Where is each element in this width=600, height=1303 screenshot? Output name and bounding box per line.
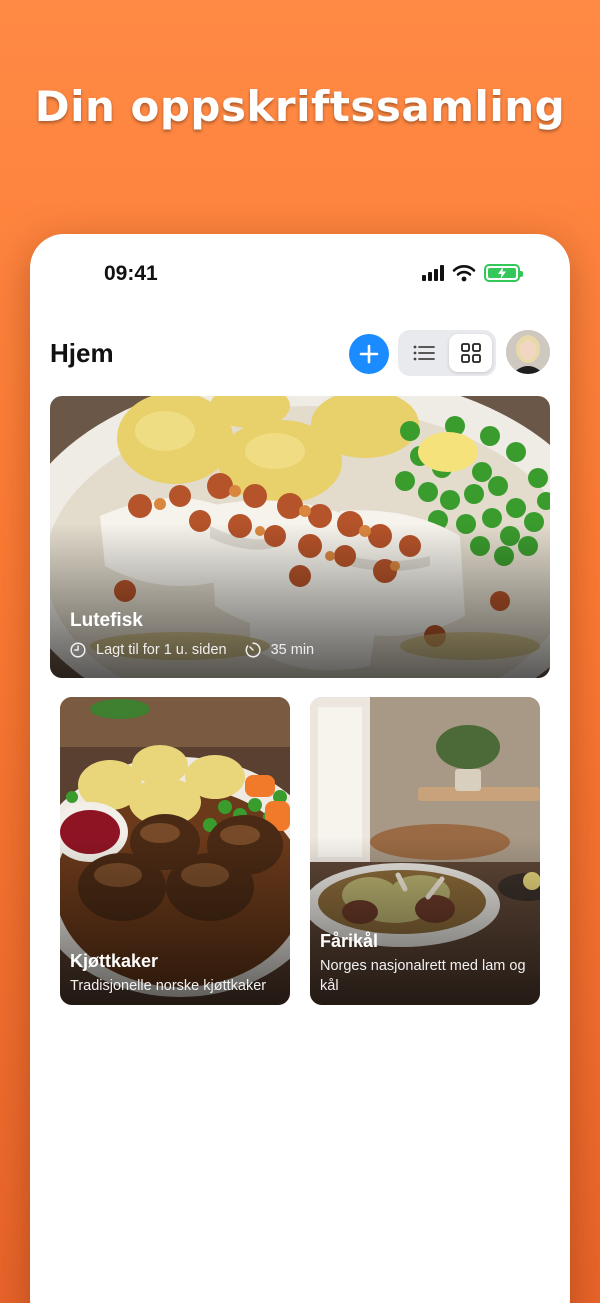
recipe-card[interactable]: Fårikål Norges nasjonalrett med lam og k… [310,697,540,1005]
status-bar: 09:41 [30,260,570,290]
add-recipe-button[interactable] [349,334,389,374]
list-view-button[interactable] [402,334,445,372]
phone-frame: 09:41 Hjem Lutefisk Lagt til for 1 u. si… [30,234,570,1303]
grid-view-icon [460,343,481,363]
timer-icon [245,642,261,658]
plus-icon [359,344,379,364]
recipe-description: Norges nasjonalrett med lam og kål [320,958,526,994]
grid-view-button[interactable] [449,334,492,372]
promo-headline: Din oppskriftssamling [34,82,566,131]
recipe-meta: Lagt til for 1 u. siden 35 min [70,642,314,658]
recipe-cook-time: 35 min [270,642,315,658]
wifi-icon [452,265,476,282]
recipe-title: Fårikål [320,931,379,951]
recipe-description: Tradisjonelle norske kjøttkaker [70,978,267,994]
clock-icon [70,642,86,658]
status-time: 09:41 [104,262,158,285]
recipe-card-featured[interactable]: Lutefisk Lagt til for 1 u. siden 35 min [50,396,550,678]
avatar[interactable] [506,330,550,374]
recipe-title: Lutefisk [70,610,143,631]
recipe-card[interactable]: Kjøttkaker Tradisjonelle norske kjøttkak… [60,697,290,1005]
view-toggle [398,330,496,376]
page-title: Hjem [50,338,114,368]
recipe-added-date: Lagt til for 1 u. siden [96,642,227,658]
list-view-icon [413,345,435,361]
battery-charging-icon [484,264,523,282]
signal-icon [422,265,444,281]
status-icons [422,264,523,282]
navigation-bar: Hjem [50,330,550,376]
recipe-title: Kjøttkaker [70,951,159,971]
